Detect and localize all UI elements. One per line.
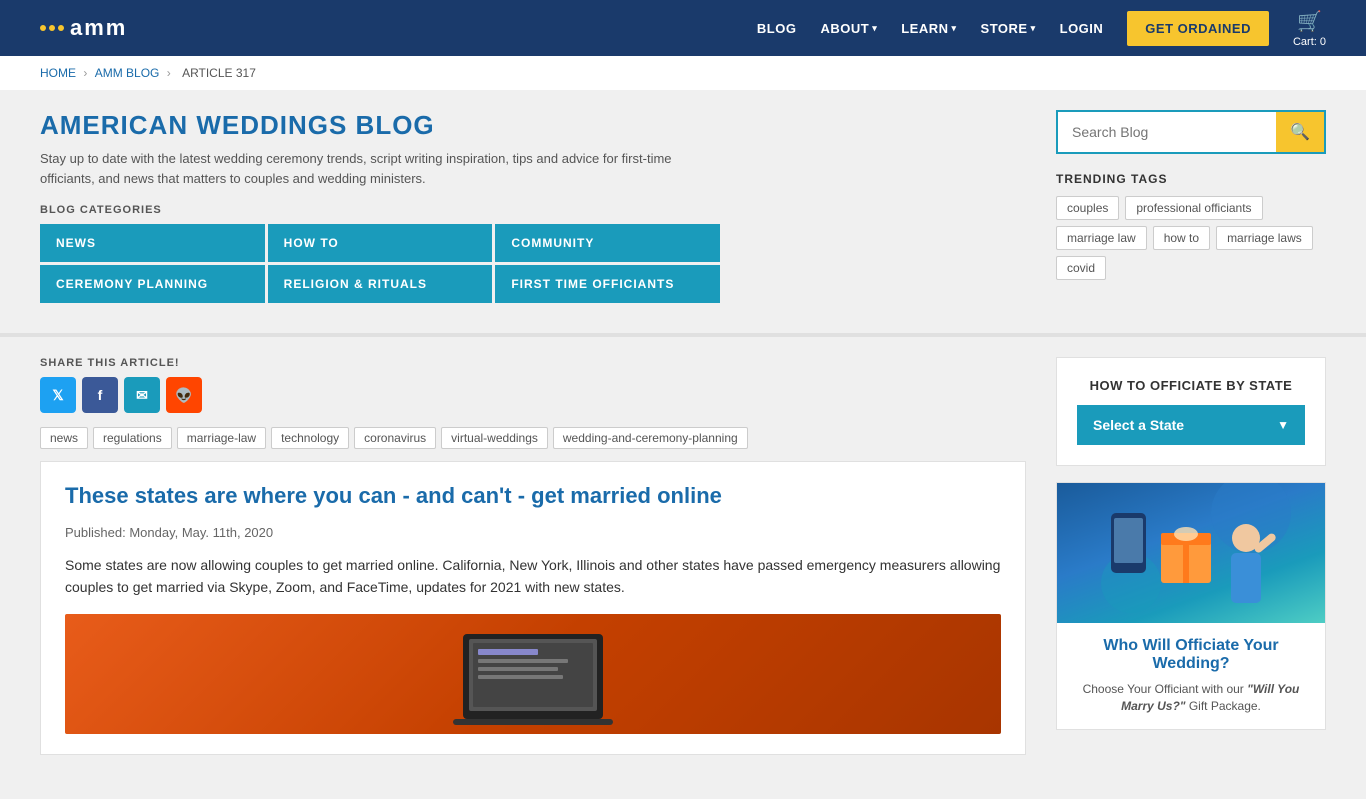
logo-dot-2 (49, 25, 55, 31)
tag-covid[interactable]: covid (1056, 256, 1106, 280)
state-select-button[interactable]: Select a State ▼ (1077, 405, 1305, 445)
get-ordained-button[interactable]: GET ORDAINED (1127, 11, 1269, 46)
share-facebook-button[interactable]: f (82, 377, 118, 413)
blog-sidebar: 🔍 TRENDING TAGS couples professional off… (1056, 110, 1326, 303)
officiate-card-image (1057, 483, 1325, 623)
tag-couples[interactable]: couples (1056, 196, 1119, 220)
article-tag-technology[interactable]: technology (271, 427, 349, 449)
article-published: Published: Monday, May. 11th, 2020 (65, 525, 1001, 540)
state-select-arrow-icon: ▼ (1277, 418, 1289, 432)
article-section: SHARE THIS ARTICLE! 𝕏 f ✉ 👽 news regulat… (0, 337, 1366, 799)
tags-row-1: couples professional officiants (1056, 196, 1326, 220)
officiate-card-text: Who Will Officiate Your Wedding? Choose … (1057, 623, 1325, 729)
cart-symbol-icon: 🛒 (1297, 9, 1322, 34)
tag-how-to[interactable]: how to (1153, 226, 1210, 250)
search-box: 🔍 (1056, 110, 1326, 154)
article-tag-news[interactable]: news (40, 427, 88, 449)
cart-icon[interactable]: 🛒 Cart: 0 (1293, 9, 1326, 48)
cart-label: Cart: 0 (1293, 36, 1326, 48)
breadcrumb-amm-blog[interactable]: AMM BLOG (95, 66, 160, 80)
cat-first-time-officiants[interactable]: FIRST TIME OFFICIANTS (495, 265, 720, 303)
blog-header-section: AMERICAN WEDDINGS BLOG Stay up to date w… (0, 90, 1366, 333)
categories-grid: NEWS HOW TO COMMUNITY CEREMONY PLANNING … (40, 224, 720, 303)
tags-row-3: covid (1056, 256, 1326, 280)
main-nav: BLOG ABOUT ▾ LEARN ▾ STORE ▾ LOGIN GET O… (757, 9, 1326, 48)
logo[interactable]: amm (40, 15, 127, 41)
article-tag-coronavirus[interactable]: coronavirus (354, 427, 436, 449)
article-body: Some states are now allowing couples to … (65, 554, 1001, 599)
about-arrow-icon: ▾ (872, 23, 877, 34)
article-box: These states are where you can - and can… (40, 461, 1026, 755)
cat-ceremony-planning[interactable]: CEREMONY PLANNING (40, 265, 265, 303)
categories-label: BLOG CATEGORIES (40, 204, 1026, 216)
breadcrumb: HOME › AMM BLOG › ARTICLE 317 (40, 66, 1326, 80)
nav-learn[interactable]: LEARN ▾ (901, 21, 956, 36)
tag-marriage-laws[interactable]: marriage laws (1216, 226, 1313, 250)
search-button[interactable]: 🔍 (1276, 112, 1324, 152)
tag-professional-officiants[interactable]: professional officiants (1125, 196, 1262, 220)
article-headline: These states are where you can - and can… (65, 482, 1001, 511)
cat-religion-rituals[interactable]: RELIGION & RITUALS (268, 265, 493, 303)
breadcrumb-current: ARTICLE 317 (182, 66, 256, 80)
article-tag-marriage-law[interactable]: marriage-law (177, 427, 266, 449)
search-input[interactable] (1058, 114, 1276, 150)
state-box-title: HOW TO OFFICIATE BY STATE (1077, 378, 1305, 393)
share-reddit-button[interactable]: 👽 (166, 377, 202, 413)
share-label: SHARE THIS ARTICLE! (40, 357, 1026, 369)
nav-store[interactable]: STORE ▾ (981, 21, 1036, 36)
article-right-col: HOW TO OFFICIATE BY STATE Select a State… (1056, 357, 1326, 769)
state-select-label: Select a State (1093, 417, 1184, 433)
trending-tags-label: TRENDING TAGS (1056, 172, 1326, 186)
breadcrumb-home[interactable]: HOME (40, 66, 76, 80)
officiate-card-title: Who Will Officiate Your Wedding? (1073, 637, 1309, 673)
share-email-button[interactable]: ✉ (124, 377, 160, 413)
share-twitter-button[interactable]: 𝕏 (40, 377, 76, 413)
nav-blog[interactable]: BLOG (757, 21, 797, 36)
article-illustration (433, 619, 633, 729)
breadcrumb-sep-1: › (83, 66, 90, 80)
officiate-card-desc: Choose Your Officiant with our "Will You… (1073, 681, 1309, 715)
facebook-icon: f (98, 387, 103, 403)
tag-marriage-law[interactable]: marriage law (1056, 226, 1147, 250)
email-icon: ✉ (136, 387, 148, 404)
logo-dot-1 (40, 25, 46, 31)
article-tag-wedding-ceremony-planning[interactable]: wedding-and-ceremony-planning (553, 427, 748, 449)
nav-about[interactable]: ABOUT ▾ (820, 21, 877, 36)
nav-login[interactable]: LOGIN (1060, 21, 1104, 36)
cat-how-to[interactable]: HOW TO (268, 224, 493, 262)
logo-dots (40, 25, 64, 31)
learn-arrow-icon: ▾ (952, 23, 957, 34)
breadcrumb-bar: HOME › AMM BLOG › ARTICLE 317 (0, 56, 1366, 90)
officiate-card: Who Will Officiate Your Wedding? Choose … (1056, 482, 1326, 730)
blog-subtitle: Stay up to date with the latest wedding … (40, 149, 720, 188)
breadcrumb-sep-2: › (167, 66, 174, 80)
officiate-illustration (1091, 483, 1291, 623)
state-box: HOW TO OFFICIATE BY STATE Select a State… (1056, 357, 1326, 466)
article-tag-virtual-weddings[interactable]: virtual-weddings (441, 427, 548, 449)
tags-row-2: marriage law how to marriage laws (1056, 226, 1326, 250)
site-header: amm BLOG ABOUT ▾ LEARN ▾ STORE ▾ LOGIN G… (0, 0, 1366, 56)
article-tag-regulations[interactable]: regulations (93, 427, 172, 449)
cat-news[interactable]: NEWS (40, 224, 265, 262)
blog-title: AMERICAN WEDDINGS BLOG (40, 110, 1026, 141)
share-buttons: 𝕏 f ✉ 👽 (40, 377, 1026, 413)
blog-left-col: AMERICAN WEDDINGS BLOG Stay up to date w… (40, 110, 1026, 303)
cat-community[interactable]: COMMUNITY (495, 224, 720, 262)
logo-dot-3 (58, 25, 64, 31)
article-left-col: SHARE THIS ARTICLE! 𝕏 f ✉ 👽 news regulat… (40, 357, 1026, 769)
reddit-icon: 👽 (175, 387, 192, 404)
article-image (65, 614, 1001, 734)
search-icon: 🔍 (1290, 124, 1310, 141)
twitter-icon: 𝕏 (52, 387, 63, 404)
store-arrow-icon: ▾ (1031, 23, 1036, 34)
logo-text: amm (70, 15, 127, 41)
article-tags: news regulations marriage-law technology… (40, 427, 1026, 449)
